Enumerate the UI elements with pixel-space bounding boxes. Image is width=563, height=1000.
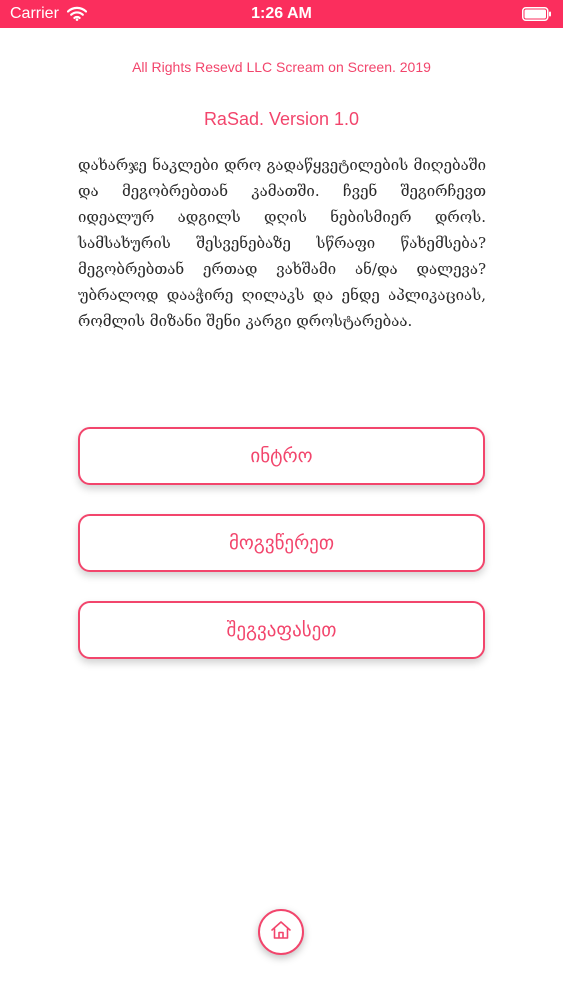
rate-button[interactable]: შეგვაფასეთ: [78, 601, 485, 659]
intro-button-label: ინტრო: [250, 445, 313, 467]
intro-button[interactable]: ინტრო: [78, 427, 485, 485]
battery-icon: [522, 7, 552, 26]
rate-button-label: შეგვაფასეთ: [226, 619, 337, 641]
status-bar: Carrier 1:26 AM: [0, 0, 563, 28]
app-description: დახარჯე ნაკლები დრო გადაწყვეტილების მიღე…: [78, 156, 486, 330]
home-icon: [270, 920, 292, 944]
contact-button[interactable]: მოგვწერეთ: [78, 514, 485, 572]
version-text: RaSad. Version 1.0: [203, 109, 360, 129]
home-button[interactable]: [258, 909, 304, 955]
status-time: 1:26 AM: [251, 5, 312, 22]
contact-button-label: მოგვწერეთ: [228, 532, 335, 554]
copyright-text: All Rights Resevd LLC Scream on Screen. …: [132, 59, 431, 75]
